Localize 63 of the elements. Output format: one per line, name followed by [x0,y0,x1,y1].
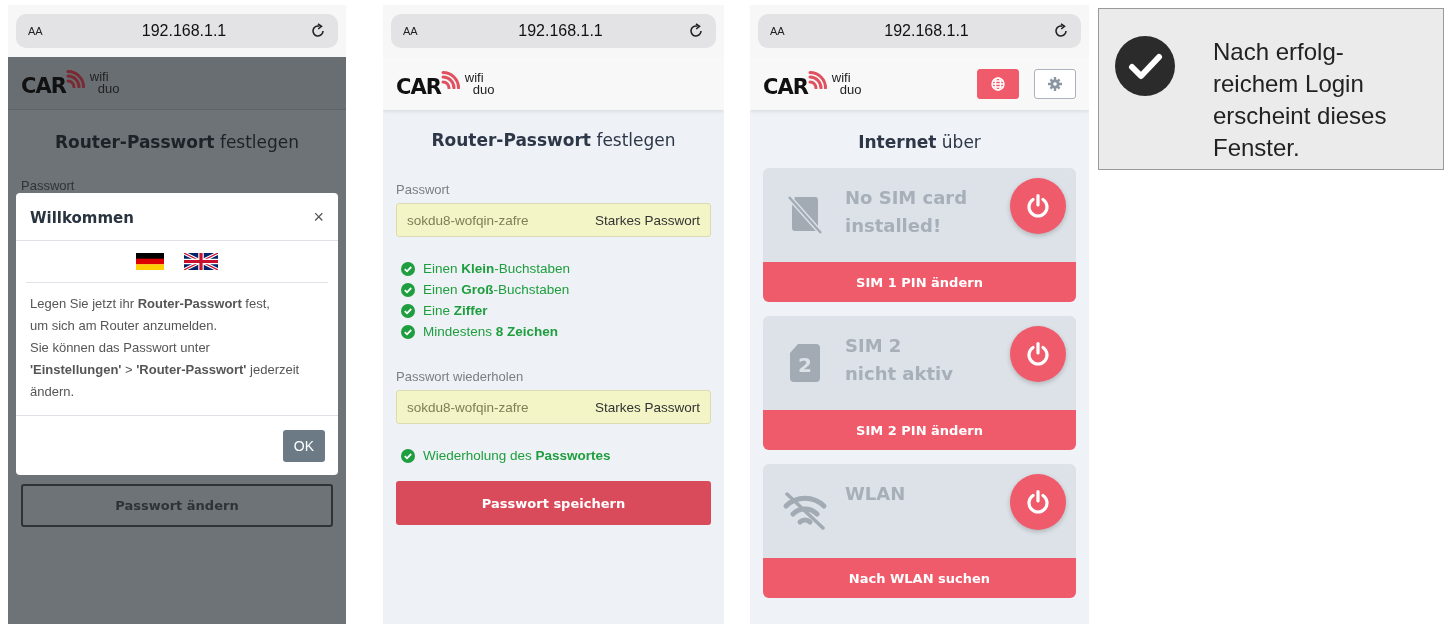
logo-wordmark: CAR [21,76,66,96]
address-bar[interactable]: AA 192.168.1.1 [391,14,716,48]
signal-arcs-icon [440,70,463,89]
field-label: Passwort [396,182,451,197]
sim-card-icon: 2 [788,342,822,384]
address-text: 192.168.1.1 [140,22,228,40]
power-icon [1025,193,1051,219]
logo-subtext: wifi [831,71,852,84]
power-button[interactable] [1010,474,1066,530]
welcome-message: Legen Sie jetzt ihr Router-Passwort fest, um sich am Router anzumelden. Sie können das Passwort unter 'Einstellungen' > 'Router-Passwort' jederzeit ändern. [29,295,301,401]
text-size-button[interactable]: AA [770,25,800,37]
union-jack-icon[interactable] [184,253,218,270]
rule-text: Einen Klein-Buchstaben [423,261,571,276]
power-icon [1025,489,1051,515]
reload-icon[interactable] [310,23,326,39]
save-password-button[interactable]: Passwort speichern [396,481,711,525]
address-text: 192.168.1.1 [517,22,604,40]
rule-text: Mindestens 8 Zeichen [423,324,559,339]
logo-subtext: wifi [89,71,110,83]
logo-subtext: duo [839,83,862,96]
rule-text: Wiederholung des Passwortes [423,448,611,463]
strength-label: Starkes Passwort [594,212,700,228]
logo-subtext: duo [97,83,120,95]
reload-icon[interactable] [1053,23,1069,39]
page-title: Internet über [857,132,982,152]
globe-button[interactable] [977,68,1019,99]
address-bar[interactable]: AA 192.168.1.1 [16,14,338,48]
password-input[interactable]: sokdu8-wofqin-zafre [407,212,595,228]
field-label: Passwort [21,178,76,193]
address-text: 192.168.1.1 [883,22,970,40]
power-button[interactable] [1010,178,1066,234]
globe-icon [991,76,1005,91]
rule-text: Einen Groß-Buchstaben [423,282,570,297]
check-icon [1115,36,1175,96]
rule-text: Eine Ziffer [423,303,488,318]
signal-arcs-icon [807,70,830,89]
page-title: Router-Passwort festlegen [53,132,301,152]
password-input[interactable]: sokdu8-wofqin-zafre [407,399,595,415]
german-flag-icon[interactable] [136,253,164,270]
password-field[interactable]: sokdu8-wofqin-zafre Starkes Passwort [396,203,711,237]
logo-wordmark: CAR [763,76,808,97]
signal-arcs-icon [65,70,88,88]
power-icon [1025,341,1051,367]
address-bar[interactable]: AA 192.168.1.1 [758,14,1081,48]
reload-icon[interactable] [688,23,704,39]
wifi-off-icon [781,491,829,531]
text-size-button[interactable]: AA [28,25,58,37]
logo-wordmark: CAR [396,76,441,97]
settings-icon [1048,76,1062,91]
text-size-button[interactable]: AA [403,25,433,37]
settings-button[interactable] [1034,68,1076,99]
no-sim-card-icon [787,195,823,235]
strength-label: Starkes Passwort [594,399,700,415]
note-text: Nach erfolg- reichem Login erscheint dieses Fenster. [1213,37,1387,163]
field-label: Passwort wiederholen [396,369,525,384]
logo-subtext: duo [472,83,495,96]
close-button[interactable]: × [313,207,324,228]
password-field[interactable]: sokdu8-wofqin-zafre Starkes Passwort [396,390,711,424]
ok-button[interactable]: OK [282,430,325,462]
logo-subtext: wifi [464,71,485,84]
page-title: Router-Passwort festlegen [430,130,677,150]
dialog-title: Willkommen [30,208,134,227]
power-button[interactable] [1010,326,1066,382]
